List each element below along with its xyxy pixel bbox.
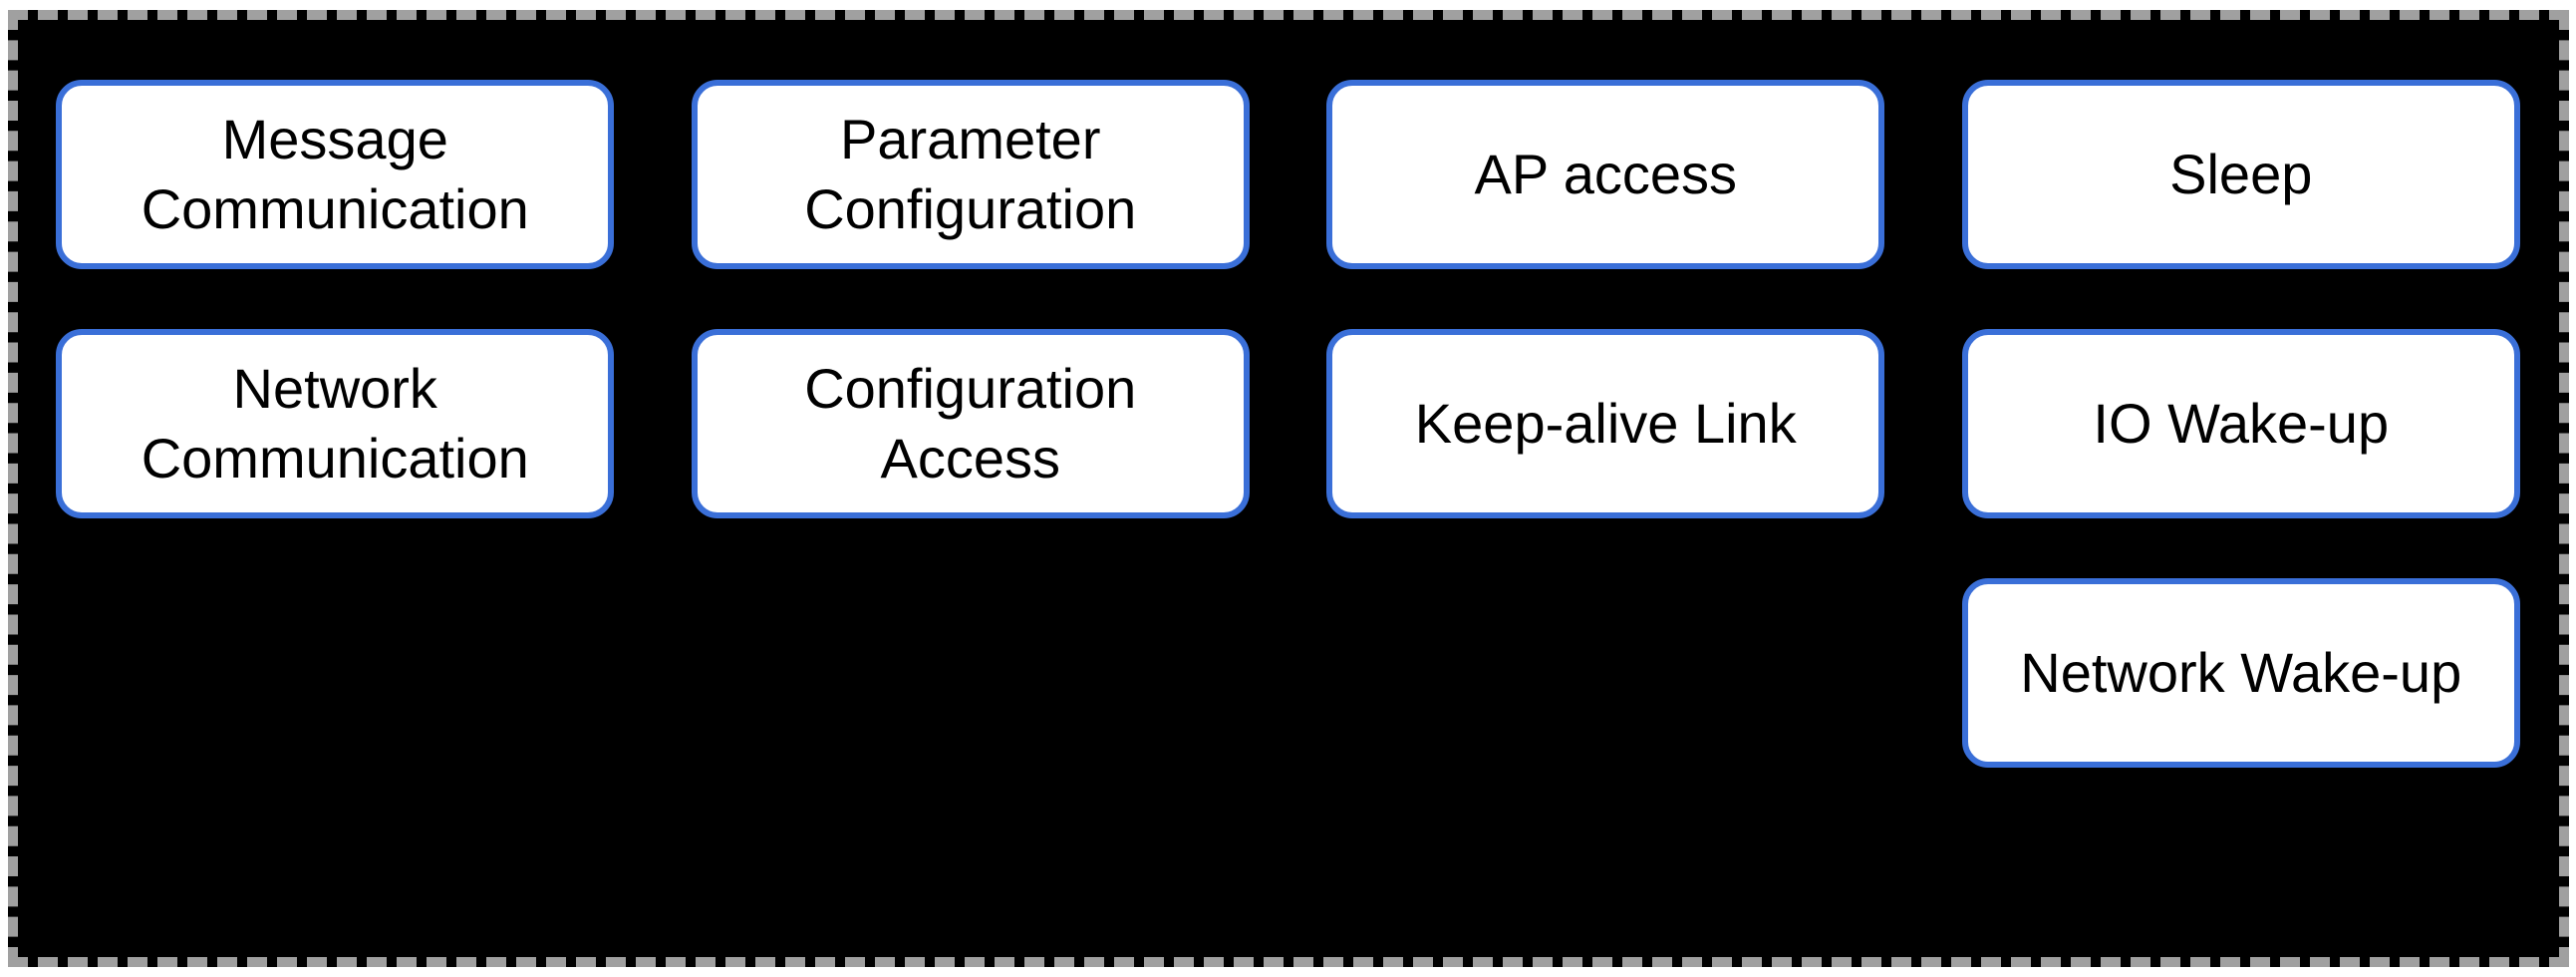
box-io-wake-up: IO Wake-up <box>1962 329 2520 518</box>
box-ap-access: AP access <box>1326 80 1884 269</box>
box-configuration-access: Configuration Access <box>692 329 1250 518</box>
box-keep-alive-link: Keep-alive Link <box>1326 329 1884 518</box>
box-sleep: Sleep <box>1962 80 2520 269</box>
diagram-frame: Message Communication Parameter Configur… <box>8 10 2569 967</box>
box-network-communication: Network Communication <box>56 329 614 518</box>
diagram-grid: Message Communication Parameter Configur… <box>48 80 2529 768</box>
box-network-wake-up: Network Wake-up <box>1962 578 2520 768</box>
box-parameter-configuration: Parameter Configuration <box>692 80 1250 269</box>
box-message-communication: Message Communication <box>56 80 614 269</box>
